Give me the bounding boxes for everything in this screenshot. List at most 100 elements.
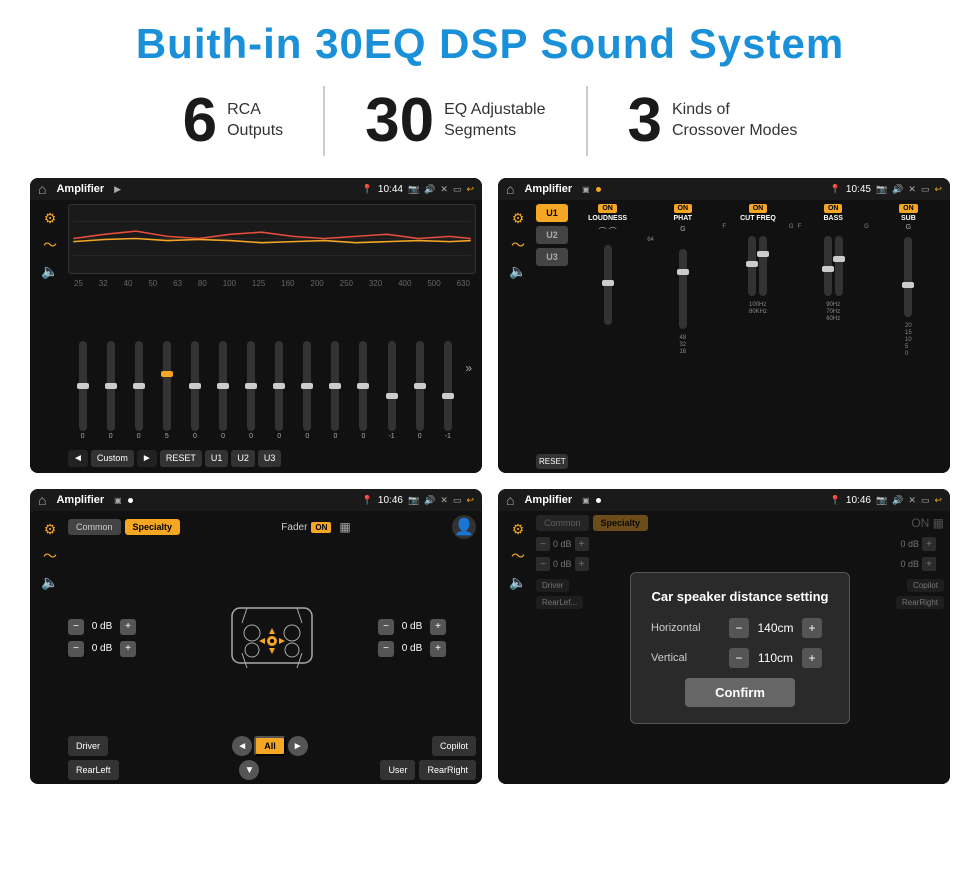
fader-on-badge[interactable]: ON [311, 522, 331, 533]
fader-db-left: − 0 dB + − 0 dB + [68, 619, 136, 657]
fader-rearright-btn[interactable]: RearRight [419, 760, 476, 780]
fader-rr-minus[interactable]: − [378, 641, 394, 657]
fader-speaker-icon[interactable]: 🔈 [41, 574, 58, 591]
eq-u3-btn[interactable]: U3 [258, 450, 282, 467]
eq-app-name: Amplifier [56, 183, 104, 195]
fader-driver-btn[interactable]: Driver [68, 736, 108, 756]
fader-all-btn[interactable]: All [254, 736, 286, 756]
eq-slider-1[interactable]: 0 [70, 341, 95, 440]
eq-next-btn[interactable]: ► [137, 450, 157, 467]
dist-location-icon: 📍 [830, 495, 841, 506]
eq-slider-6[interactable]: 0 [210, 341, 235, 440]
eq-filter-icon[interactable]: ⚙ [44, 210, 57, 227]
cross-bass-f-slider[interactable] [824, 236, 832, 296]
eq-slider-13[interactable]: 0 [407, 341, 432, 440]
fader-rr-plus[interactable]: + [430, 641, 446, 657]
fader-user-btn[interactable]: User [380, 760, 415, 780]
cross-bass-g-slider[interactable] [835, 236, 843, 296]
cross-cutfreq-g-slider[interactable] [759, 236, 767, 296]
fader-fr-plus[interactable]: + [430, 619, 446, 635]
eq-wave-icon[interactable]: 〜 [43, 235, 57, 255]
dist-speaker-icon[interactable]: 🔈 [509, 574, 526, 591]
cross-speaker-icon[interactable]: 🔈 [509, 263, 526, 280]
fader-rl-minus[interactable]: − [68, 641, 84, 657]
eq-custom-btn[interactable]: Custom [91, 450, 134, 467]
cross-phat: ON PHAT G 64 48 32 [647, 204, 718, 469]
dist-back-icon[interactable]: ↩ [934, 495, 942, 506]
fader-down-arrow[interactable]: ▼ [239, 760, 259, 780]
eq-reset-btn[interactable]: RESET [160, 450, 202, 467]
fader-fl-minus[interactable]: − [68, 619, 84, 635]
dist-vertical-minus[interactable]: − [729, 648, 749, 668]
fader-status-bar: ⌂ Amplifier ▣ 📍 10:46 📷 🔊 ✕ ▭ ↩ [30, 489, 482, 511]
cross-u3-btn[interactable]: U3 [536, 248, 568, 266]
fader-fr-minus[interactable]: − [378, 619, 394, 635]
dist-home-icon[interactable]: ⌂ [506, 492, 514, 508]
crossover-screen-card: ⌂ Amplifier ▣ 📍 10:45 📷 🔊 ✕ ▭ ↩ ⚙ [498, 178, 950, 473]
fader-back-icon[interactable]: ↩ [466, 495, 474, 506]
eq-more-icon[interactable]: » [463, 359, 474, 377]
cross-cutfreq-on[interactable]: ON [749, 204, 768, 213]
eq-slider-8[interactable]: 0 [267, 341, 292, 440]
dist-confirm-button[interactable]: Confirm [685, 678, 795, 707]
eq-rect-icon: ▭ [453, 184, 462, 195]
eq-slider-12[interactable]: -1 [379, 341, 404, 440]
cross-sub-on[interactable]: ON [899, 204, 918, 213]
fader-home-icon[interactable]: ⌂ [38, 492, 46, 508]
eq-u1-btn[interactable]: U1 [205, 450, 229, 467]
fader-screen-content: ⚙ 〜 🔈 Common Specialty Fader ON ▦ 👤 [30, 511, 482, 784]
cross-phat-on[interactable]: ON [674, 204, 693, 213]
eq-slider-9[interactable]: 0 [295, 341, 320, 440]
fader-wave-icon[interactable]: 〜 [43, 546, 57, 566]
fader-filter-icon[interactable]: ⚙ [44, 521, 57, 538]
dist-horizontal-label: Horizontal [651, 622, 721, 634]
dist-horizontal-row: Horizontal − 140cm + [651, 618, 829, 638]
fader-common-tab[interactable]: Common [68, 519, 121, 535]
stat-crossover: 3 Kinds of Crossover Modes [588, 90, 838, 152]
cross-bass-on[interactable]: ON [824, 204, 843, 213]
cross-u2-btn[interactable]: U2 [536, 226, 568, 244]
fader-fl-plus[interactable]: + [120, 619, 136, 635]
cross-back-icon[interactable]: ↩ [934, 184, 942, 195]
fader-rearleft-btn[interactable]: RearLeft [68, 760, 119, 780]
eq-home-icon[interactable]: ⌂ [38, 181, 46, 197]
eq-slider-3[interactable]: 0 [126, 341, 151, 440]
fader-right-arrow[interactable]: ► [288, 736, 308, 756]
fader-rl-plus[interactable]: + [120, 641, 136, 657]
dist-wave-icon[interactable]: 〜 [511, 546, 525, 566]
fader-rl-row: − 0 dB + [68, 641, 136, 657]
cross-loudness-on[interactable]: ON [598, 204, 617, 213]
fader-specialty-tab[interactable]: Specialty [125, 519, 181, 535]
eq-slider-5[interactable]: 0 [182, 341, 207, 440]
eq-prev-btn[interactable]: ◄ [68, 450, 88, 467]
dist-vertical-plus[interactable]: + [802, 648, 822, 668]
dist-horizontal-minus[interactable]: − [729, 618, 749, 638]
cross-sub-slider[interactable] [904, 237, 912, 317]
cross-loudness-slider[interactable] [604, 245, 612, 325]
eq-speaker-icon[interactable]: 🔈 [41, 263, 58, 280]
dist-modal-title: Car speaker distance setting [651, 589, 829, 604]
eq-sidebar: ⚙ 〜 🔈 [36, 204, 64, 469]
dist-status-bar: ⌂ Amplifier ▣ 📍 10:46 📷 🔊 ✕ ▭ ↩ [498, 489, 950, 511]
cross-phat-slider[interactable] [679, 249, 687, 329]
dist-horizontal-plus[interactable]: + [802, 618, 822, 638]
fader-left-arrow[interactable]: ◄ [232, 736, 252, 756]
dist-screen-content: ⚙ 〜 🔈 Common Specialty ON ▦ [498, 511, 950, 784]
cross-u1-btn[interactable]: U1 [536, 204, 568, 222]
cross-home-icon[interactable]: ⌂ [506, 181, 514, 197]
eq-slider-4[interactable]: 5 [154, 341, 179, 440]
eq-u2-btn[interactable]: U2 [231, 450, 255, 467]
eq-slider-11[interactable]: 0 [351, 341, 376, 440]
cross-cutfreq-f-slider[interactable] [748, 236, 756, 296]
eq-slider-14[interactable]: -1 [435, 341, 460, 440]
eq-slider-10[interactable]: 0 [323, 341, 348, 440]
eq-back-icon[interactable]: ↩ [466, 184, 474, 195]
eq-slider-2[interactable]: 0 [98, 341, 123, 440]
dist-filter-icon[interactable]: ⚙ [512, 521, 525, 538]
eq-slider-7[interactable]: 0 [239, 341, 264, 440]
cross-reset-btn[interactable]: RESET [536, 454, 568, 469]
cross-wave-icon[interactable]: 〜 [511, 235, 525, 255]
fader-person-icon[interactable]: 👤 [452, 515, 476, 539]
fader-copilot-btn[interactable]: Copilot [432, 736, 476, 756]
cross-filter-icon[interactable]: ⚙ [512, 210, 525, 227]
